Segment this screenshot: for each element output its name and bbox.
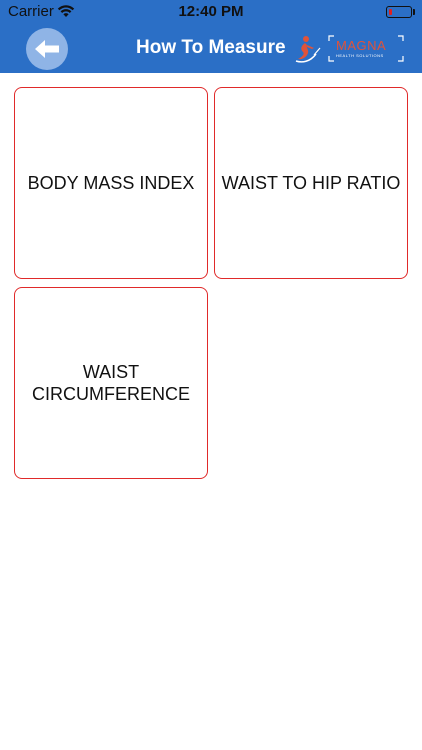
runner-logo-icon (295, 36, 321, 63)
tile-label: WAIST TO HIP RATIO (221, 173, 401, 193)
waist-circumference-tile[interactable]: WAIST CIRCUMFERENCE (14, 287, 208, 479)
battery-icon (386, 6, 412, 18)
status-time: 12:40 PM (178, 3, 244, 20)
status-bar: Carrier 12:40 PM (0, 0, 422, 24)
logo-name: MAGNA (336, 38, 387, 53)
body-mass-index-tile[interactable]: BODY MASS INDEX (14, 87, 208, 279)
battery-cap (413, 9, 415, 15)
nav-bar: How To Measure MAGNA HEALTH SOLUTIONS (0, 24, 422, 73)
logo-tagline: HEALTH SOLUTIONS (336, 53, 384, 58)
page-title: How To Measure (136, 37, 286, 58)
tile-label: WAIST CIRCUMFERENCE (32, 362, 191, 404)
tile-label: BODY MASS INDEX (27, 173, 195, 193)
arrow-left-icon (35, 40, 59, 58)
app-screen: Carrier 12:40 PM How To Measure MAGNA HE… (0, 0, 422, 750)
battery-level-fill (388, 8, 392, 15)
header: Carrier 12:40 PM How To Measure MAGNA HE… (0, 0, 422, 73)
waist-to-hip-ratio-tile[interactable]: WAIST TO HIP RATIO (214, 87, 408, 279)
back-button[interactable] (26, 28, 68, 70)
magna-logo: MAGNA HEALTH SOLUTIONS (292, 34, 408, 64)
